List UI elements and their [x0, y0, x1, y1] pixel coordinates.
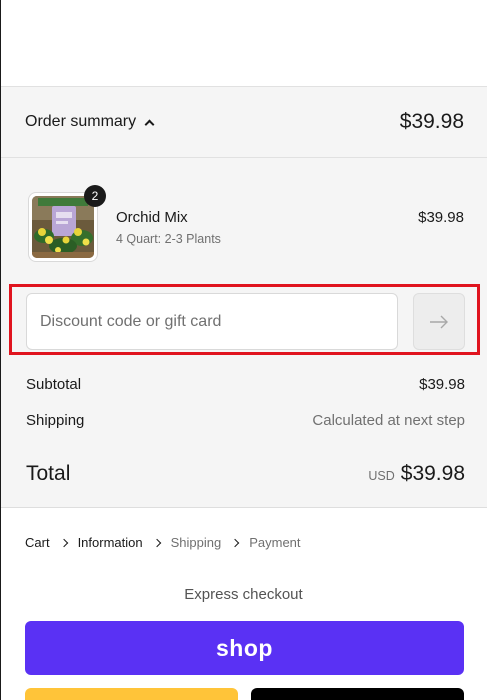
shop-pay-button[interactable]: shop: [25, 621, 464, 675]
apply-discount-button[interactable]: [413, 293, 465, 350]
subtotal-value: $39.98: [419, 376, 465, 393]
shop-pay-logo: shop: [216, 634, 273, 661]
product-variant: 4 Quart: 2-3 Plants: [116, 232, 221, 246]
total-value: $39.98: [400, 462, 465, 485]
order-summary-toggle-label: Order summary: [25, 113, 137, 130]
order-summary-panel: Order summary $39.98 2 Orchid Mix 4 Quar…: [1, 86, 487, 508]
shipping-value: Calculated at next step: [312, 412, 465, 429]
subtotal-row: Subtotal $39.98: [26, 376, 465, 393]
total-row: Total USD $39.98: [26, 462, 465, 486]
chevron-up-icon: [144, 119, 155, 129]
discount-code-input[interactable]: [26, 293, 398, 350]
product-price: $39.98: [418, 209, 464, 226]
page-header-area: [1, 0, 487, 86]
product-thumbnail: 2: [28, 185, 106, 262]
express-checkout-title: Express checkout: [184, 586, 303, 603]
subtotal-label: Subtotal: [26, 376, 82, 393]
breadcrumb-shipping: Shipping: [170, 535, 222, 550]
product-name: Orchid Mix: [116, 209, 188, 226]
breadcrumb-information: Information: [77, 535, 143, 550]
plant-photo-icon: [32, 196, 94, 258]
total-label: Total: [26, 462, 71, 485]
quantity-badge: 2: [84, 185, 106, 207]
breadcrumb-cart-link[interactable]: Cart: [25, 535, 50, 550]
order-summary-toggle[interactable]: Order summary: [25, 113, 155, 131]
order-summary-header[interactable]: Order summary $39.98: [1, 87, 487, 158]
shipping-row: Shipping Calculated at next step: [26, 412, 465, 429]
order-summary-total: $39.98: [399, 110, 464, 133]
google-pay-button[interactable]: [251, 688, 464, 700]
breadcrumb-payment: Payment: [249, 535, 301, 550]
chevron-right-icon: [230, 538, 240, 547]
arrow-right-icon: [430, 315, 448, 328]
total-amount: USD $39.98: [368, 462, 465, 486]
currency-code: USD: [368, 469, 395, 483]
chevron-right-icon: [59, 538, 68, 547]
paypal-button[interactable]: [25, 688, 238, 700]
shipping-label: Shipping: [26, 412, 85, 429]
checkout-breadcrumb: Cart Information Shipping Payment: [25, 535, 301, 550]
chevron-right-icon: [152, 538, 161, 547]
